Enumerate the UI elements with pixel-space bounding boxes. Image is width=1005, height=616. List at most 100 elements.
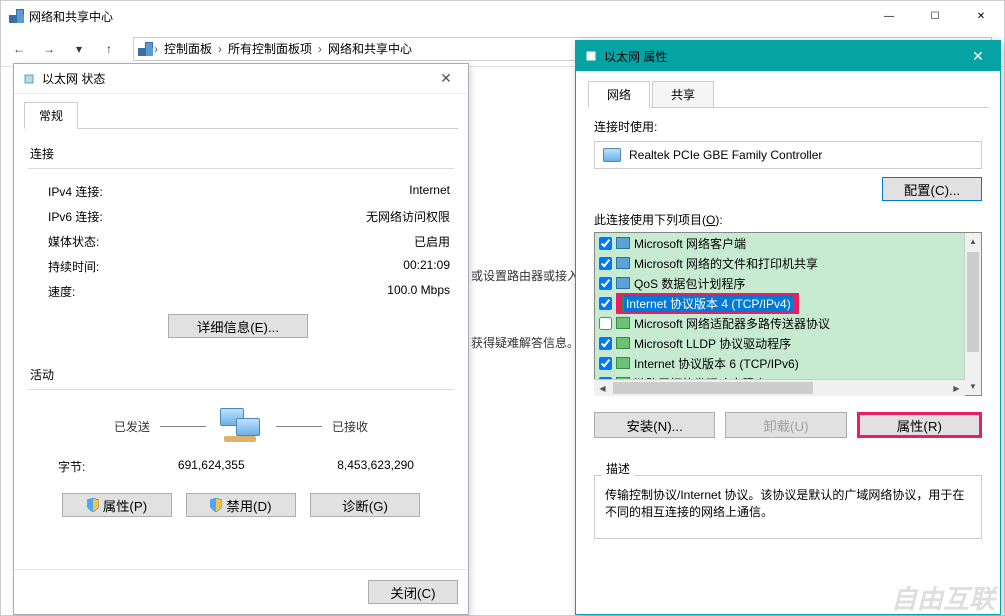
list-item[interactable]: Microsoft 网络适配器多路传送器协议: [595, 313, 964, 333]
nav-forward[interactable]: →: [37, 37, 61, 61]
config-row: 配置(C)...: [594, 177, 982, 201]
status-close-button[interactable]: ✕: [428, 67, 464, 91]
scroll-track[interactable]: [611, 380, 948, 396]
description-text: 传输控制协议/Internet 协议。该协议是默认的广域网络协议，用于在不同的相…: [605, 488, 964, 519]
nav-history-dropdown[interactable]: ▾: [67, 37, 91, 61]
list-item[interactable]: Microsoft 网络的文件和打印机共享: [595, 253, 964, 273]
list-item[interactable]: Internet 协议版本 6 (TCP/IPv6): [595, 353, 964, 373]
breadcrumb-item[interactable]: 网络和共享中心: [324, 40, 416, 57]
maximize-button[interactable]: ☐: [912, 1, 958, 31]
media-row: 媒体状态: 已启用: [28, 229, 454, 254]
scroll-down-button[interactable]: ▼: [965, 378, 981, 395]
props-title: 以太网 属性: [584, 48, 667, 65]
breadcrumb-icon: [138, 42, 152, 56]
props-titlebar: 以太网 属性 ✕: [576, 41, 1000, 71]
speed-label: 速度:: [48, 283, 75, 300]
activity-graphic: 已发送 已接收: [28, 406, 454, 446]
items-label: 此连接使用下列项目(O):: [594, 211, 982, 228]
divider: [28, 389, 454, 390]
ipv4-row: IPv4 连接: Internet: [28, 179, 454, 204]
breadcrumb-item[interactable]: 所有控制面板项: [224, 40, 316, 57]
list-item[interactable]: QoS 数据包计划程序: [595, 273, 964, 293]
tab-general[interactable]: 常规: [24, 102, 78, 129]
network-center-icon: [9, 9, 23, 23]
ethernet-properties-dialog: 以太网 属性 ✕ 网络 共享 连接时使用: Realtek PCIe GBE F…: [575, 40, 1001, 615]
vertical-scrollbar[interactable]: ▲ ▼: [964, 233, 981, 395]
list-item-label: Microsoft 网络适配器多路传送器协议: [634, 315, 830, 332]
scroll-up-button[interactable]: ▲: [965, 233, 981, 250]
explorer-titlebar: 网络和共享中心 — ☐ ✕: [1, 1, 1004, 31]
list-item[interactable]: Microsoft 网络客户端: [595, 233, 964, 253]
bytes-label: 字节:: [58, 458, 85, 475]
scroll-thumb[interactable]: [613, 382, 813, 394]
minimize-button[interactable]: —: [866, 1, 912, 31]
nav-back[interactable]: ←: [7, 37, 31, 61]
list-item[interactable]: Microsoft LLDP 协议驱动程序: [595, 333, 964, 353]
status-tab-host: 常规 连接 IPv4 连接: Internet IPv6 连接: 无网络访问权限…: [14, 94, 468, 533]
list-item-checkbox[interactable]: [599, 317, 612, 330]
list-item-checkbox[interactable]: [599, 277, 612, 290]
horizontal-scrollbar[interactable]: ◀ ▶: [594, 379, 965, 396]
details-button[interactable]: 详细信息(E)...: [168, 314, 308, 338]
items-label-post: ):: [715, 213, 722, 227]
props-content: 连接时使用: Realtek PCIe GBE Family Controlle…: [588, 108, 988, 549]
list-item-label: Microsoft 网络客户端: [634, 235, 746, 252]
properties-button[interactable]: 属性(P): [62, 493, 172, 517]
list-item-checkbox[interactable]: [599, 357, 612, 370]
props-title-text: 以太网 属性: [604, 48, 667, 65]
activity-line: [160, 426, 206, 427]
speed-row: 速度: 100.0 Mbps: [28, 279, 454, 304]
breadcrumb-item[interactable]: 控制面板: [160, 40, 216, 57]
disable-button[interactable]: 禁用(D): [186, 493, 296, 517]
component-properties-button[interactable]: 属性(R): [857, 412, 982, 438]
shield-icon: [87, 498, 99, 512]
scroll-thumb[interactable]: [967, 252, 979, 352]
nav-up[interactable]: ↑: [97, 37, 121, 61]
close-button[interactable]: ✕: [958, 1, 1004, 31]
description-group: 描述 传输控制协议/Internet 协议。该协议是默认的广域网络协议，用于在不…: [594, 452, 982, 539]
network-activity-icon: [216, 406, 266, 446]
list-item-checkbox[interactable]: [599, 297, 612, 310]
protocol-icon: [616, 277, 630, 289]
props-close-button[interactable]: ✕: [960, 44, 996, 68]
scroll-right-button[interactable]: ▶: [948, 380, 965, 396]
status-tabs: 常规: [24, 102, 458, 129]
adapter-box: Realtek PCIe GBE Family Controller: [594, 141, 982, 169]
tab-network[interactable]: 网络: [588, 81, 650, 108]
ipv6-row: IPv6 连接: 无网络访问权限: [28, 204, 454, 229]
list-items-container: Microsoft 网络客户端Microsoft 网络的文件和打印机共享QoS …: [595, 233, 964, 395]
list-item-checkbox[interactable]: [599, 237, 612, 250]
ipv6-value: 无网络访问权限: [366, 208, 450, 225]
description-label: 描述: [602, 460, 634, 477]
explorer-title: 网络和共享中心: [9, 8, 113, 25]
install-button[interactable]: 安装(N)...: [594, 412, 715, 438]
diagnose-button[interactable]: 诊断(G): [310, 493, 420, 517]
received-label: 已接收: [332, 418, 368, 435]
list-item-checkbox[interactable]: [599, 257, 612, 270]
ethernet-icon: [584, 49, 598, 63]
ipv4-value: Internet: [409, 183, 450, 200]
media-label: 媒体状态:: [48, 233, 99, 250]
ethernet-status-dialog: 以太网 状态 ✕ 常规 连接 IPv4 连接: Internet IPv6 连接…: [13, 63, 469, 615]
protocol-icon: [616, 237, 630, 249]
uninstall-button-label: 卸载(U): [763, 419, 808, 434]
tab-sharing[interactable]: 共享: [652, 81, 714, 108]
list-item[interactable]: Internet 协议版本 4 (TCP/IPv4): [595, 293, 964, 313]
protocol-icon: [616, 257, 630, 269]
breadcrumb-separator: ›: [218, 42, 222, 56]
items-label-accel: O: [706, 213, 715, 227]
breadcrumb-separator: ›: [318, 42, 322, 56]
ipv6-label: IPv6 连接:: [48, 208, 103, 225]
activity-section-header: 活动: [30, 366, 454, 383]
scroll-left-button[interactable]: ◀: [594, 380, 611, 396]
ipv4-label: IPv4 连接:: [48, 183, 103, 200]
adapter-name: Realtek PCIe GBE Family Controller: [629, 148, 822, 162]
duration-row: 持续时间: 00:21:09: [28, 254, 454, 279]
scroll-track[interactable]: [965, 250, 981, 378]
configure-button[interactable]: 配置(C)...: [882, 177, 982, 201]
activity-line: [276, 426, 322, 427]
list-item-label: Microsoft LLDP 协议驱动程序: [634, 335, 791, 352]
close-dialog-button[interactable]: 关闭(C): [368, 580, 458, 604]
protocol-icon: [616, 337, 630, 349]
list-item-checkbox[interactable]: [599, 337, 612, 350]
